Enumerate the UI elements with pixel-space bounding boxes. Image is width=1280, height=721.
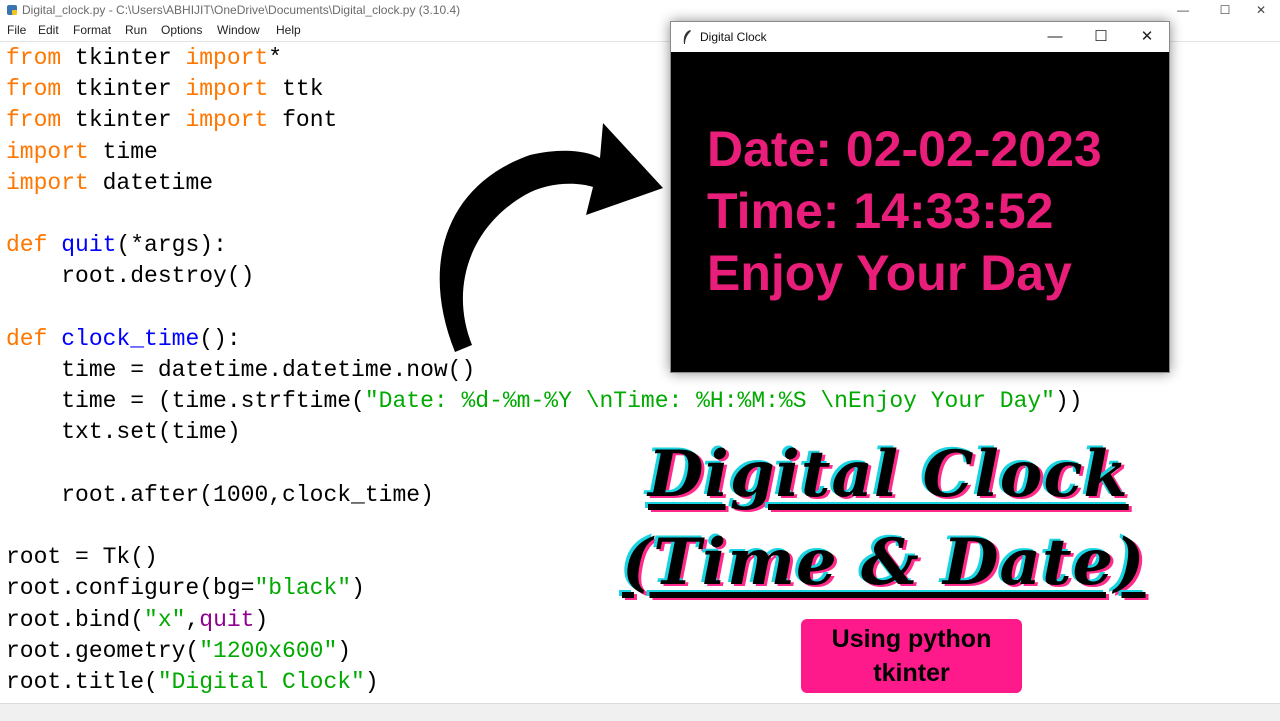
clock-date-line: Date: 02-02-2023 [707,121,1102,177]
clock-close-button[interactable]: ✕ [1130,22,1164,52]
clock-window-title-bar: Digital Clock — ☐ ✕ [671,22,1169,52]
menu-options[interactable]: Options [161,20,202,41]
string-literal: "Digital Clock" [157,669,365,696]
code-line-5: import datetime [6,170,213,196]
code-text: (*args): [116,232,227,259]
editor-minimize-button[interactable]: — [1168,0,1198,20]
python-tkinter-badge: Using python tkinter [801,619,1022,693]
code-text: time = (time.strftime( [6,388,365,415]
editor-title-bar: Digital_clock.py - C:\Users\ABHIJIT\OneD… [0,0,1280,20]
keyword: from [6,76,62,103]
code-line-20: root.geometry("1200x600") [6,638,351,664]
menu-file[interactable]: File [7,20,26,41]
code-text: ) [337,637,352,664]
badge-line-1: Using python [831,625,992,653]
code-text: datetime [88,169,214,196]
menu-run[interactable]: Run [125,20,147,41]
code-text: (): [199,325,241,352]
code-text: ) [351,575,365,602]
code-line-2: from tkinter import ttk [6,76,324,102]
keyword: def [6,325,48,352]
code-line-1: from tkinter import* [6,45,282,71]
code-text: time [88,138,158,165]
digital-clock-window: Digital Clock — ☐ ✕ Date: 02-02-2023 Tim… [670,21,1170,373]
editor-maximize-button[interactable]: ☐ [1210,0,1240,20]
code-text: root.geometry( [6,637,200,664]
menu-edit[interactable]: Edit [38,20,59,41]
clock-time-line: Time: 14:33:52 [707,183,1054,239]
function-name: clock_time [61,325,200,352]
keyword: import [6,169,89,196]
code-text: font [268,107,338,134]
menu-window[interactable]: Window [217,20,260,41]
string-literal: "black" [254,575,352,602]
clock-minimize-button[interactable]: — [1038,22,1072,52]
code-text: ) [364,669,379,696]
editor-close-button[interactable]: ✕ [1246,0,1276,20]
code-line-8: root.destroy() [6,263,255,290]
tk-feather-icon [683,30,691,44]
menu-format[interactable]: Format [73,20,111,41]
code-text: tkinter [61,107,186,134]
keyword: import [185,76,269,103]
badge-line-2: tkinter [873,659,950,687]
code-line-17: root = Tk() [6,544,158,571]
clock-window-title: Digital Clock [700,30,767,44]
keyword: def [6,232,48,259]
code-text: ) [254,606,269,633]
function-name: quit [61,232,117,259]
code-text: )) [1054,388,1083,415]
code-line-11: time = datetime.datetime.now() [6,357,476,384]
code-text: root.title( [6,669,158,696]
code-line-15: root.after(1000,clock_time) [6,481,434,508]
code-text: root.configure(bg= [6,575,255,602]
code-text: tkinter [61,76,186,103]
code-line-10: def clock_time(): [6,326,241,352]
keyword: from [6,107,62,134]
code-text: * [268,45,283,71]
code-line-18: root.configure(bg="black") [6,575,365,601]
code-line-12: time = (time.strftime("Date: %d-%m-%Y \n… [6,388,1083,415]
overlay-title-line-1: Digital Clock [648,437,1129,512]
menu-help[interactable]: Help [276,20,301,41]
code-line-7: def quit(*args): [6,232,227,258]
code-line-3: from tkinter import font [6,107,337,133]
code-line-13: txt.set(time) [6,419,241,446]
overlay-title-line-2: (Time & Date) [622,525,1146,600]
keyword: import [185,107,269,134]
clock-maximize-button[interactable]: ☐ [1084,22,1118,52]
clock-message-line: Enjoy Your Day [707,245,1072,301]
code-text: tkinter [61,45,186,71]
string-literal: "1200x600" [199,637,338,664]
code-text: ttk [268,76,324,103]
keyword: import [6,138,89,165]
code-line-19: root.bind("x",quit) [6,607,268,633]
string-literal: "Date: %d-%m-%Y \nTime: %H:%M:%S \nEnjoy… [364,388,1055,415]
code-text: root.bind( [6,606,145,633]
clock-display-label: Date: 02-02-2023 Time: 14:33:52 Enjoy Yo… [707,118,1102,304]
code-text: , [185,606,200,633]
code-line-4: import time [6,139,158,165]
editor-status-bar [0,703,1280,721]
python-file-icon [7,5,17,15]
code-line-21: root.title("Digital Clock") [6,669,379,695]
editor-window-title: Digital_clock.py - C:\Users\ABHIJIT\OneD… [22,3,461,17]
builtin-name: quit [199,606,255,633]
keyword: from [6,45,62,71]
string-literal: "x" [144,606,186,633]
keyword: import [185,45,269,71]
